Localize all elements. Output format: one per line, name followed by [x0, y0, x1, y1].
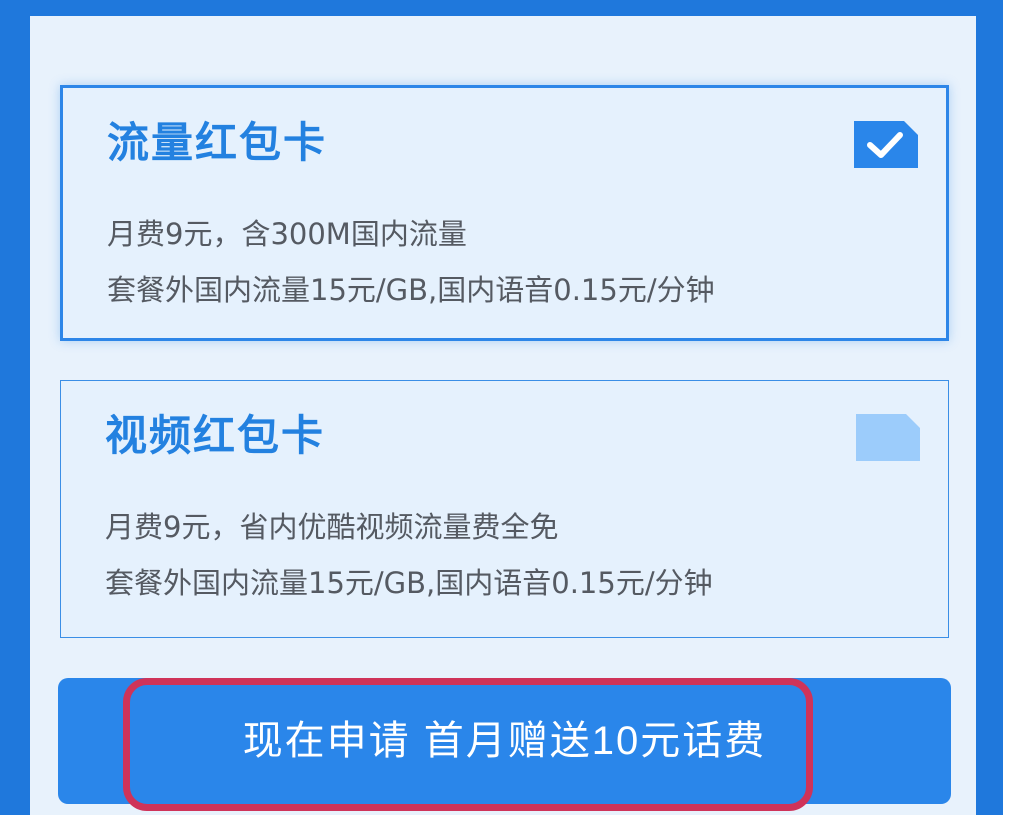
apply-now-button[interactable]: 现在申请 首月赠送10元话费: [58, 678, 951, 804]
plan-card-liuliang[interactable]: 流量红包卡 月费9元，含300M国内流量 套餐外国内流量15元/GB,国内语音0…: [60, 85, 949, 341]
checkbox-checked-icon[interactable]: [854, 121, 918, 168]
plan-price-line: 月费9元，省内优酷视频流量费全免: [105, 510, 559, 544]
plan-title: 流量红包卡: [107, 118, 328, 167]
plan-extra-line: 套餐外国内流量15元/GB,国内语音0.15元/分钟: [105, 566, 713, 600]
plan-price-line: 月费9元，含300M国内流量: [107, 217, 467, 251]
plan-extra-line: 套餐外国内流量15元/GB,国内语音0.15元/分钟: [107, 273, 715, 307]
apply-button-label: 现在申请 首月赠送10元话费: [242, 719, 767, 763]
plan-card-shipin[interactable]: 视频红包卡 月费9元，省内优酷视频流量费全免 套餐外国内流量15元/GB,国内语…: [60, 380, 949, 638]
plan-title: 视频红包卡: [105, 411, 326, 460]
page-edge: [1003, 0, 1024, 815]
checkbox-unchecked-icon[interactable]: [856, 414, 920, 461]
